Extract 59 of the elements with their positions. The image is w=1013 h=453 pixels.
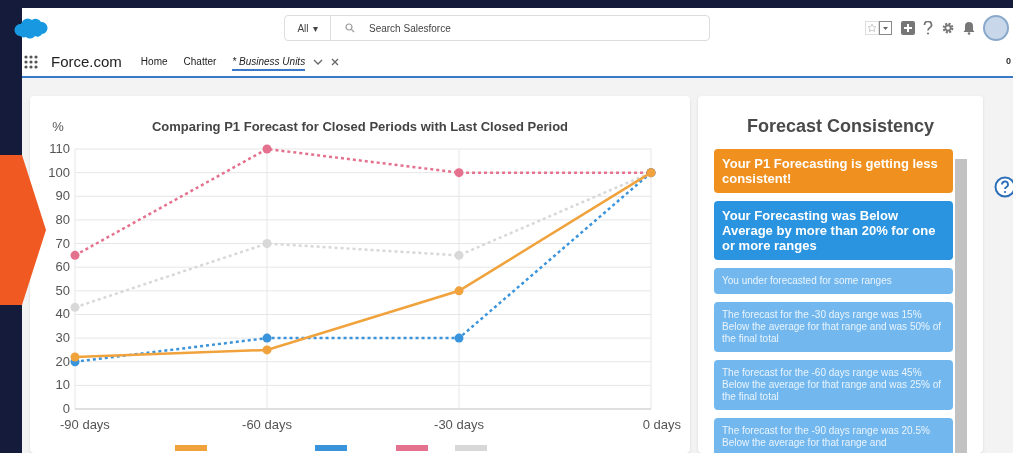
y-tick-label: 100 (48, 164, 70, 180)
panel-title: Forecast Consistency (745, 115, 936, 138)
y-tick-label: 70 (55, 235, 70, 251)
y-tick-label: 30 (55, 330, 70, 346)
y-axis-label: % (52, 119, 64, 134)
data-point (70, 250, 80, 260)
favorites-star-icon[interactable] (865, 21, 893, 35)
app-launcher-icon[interactable] (24, 55, 38, 69)
legend-swatch (175, 445, 207, 451)
help-icon[interactable] (923, 21, 933, 35)
y-tick-label: 60 (55, 259, 70, 275)
y-tick-label: 80 (55, 211, 70, 227)
data-point (454, 286, 464, 296)
close-icon[interactable] (331, 58, 340, 66)
data-point (454, 168, 464, 178)
message-card: The forecast for the -60 days range was 45% Below the average for that range and was 25% of the final total (714, 360, 953, 410)
x-tick-label: -60 days (242, 417, 292, 432)
data-point (454, 333, 464, 343)
nav-tab[interactable]: Home (140, 53, 168, 71)
cloud-logo[interactable] (14, 16, 48, 40)
data-point (70, 302, 80, 312)
legend-swatch (396, 445, 428, 451)
data-point (262, 345, 272, 355)
x-tick-label: -30 days (434, 417, 484, 432)
legend-swatch (315, 445, 347, 451)
search-scope-dropdown[interactable]: All ▾ (285, 16, 331, 40)
data-point (262, 144, 272, 154)
legend-swatch (455, 445, 487, 451)
chevron-down-icon[interactable] (313, 59, 324, 65)
y-tick-label: 40 (55, 306, 70, 322)
search-icon (345, 23, 355, 33)
y-tick-label: 20 (55, 353, 70, 369)
data-point (262, 239, 272, 249)
y-tick-label: 110 (49, 141, 70, 156)
search-field[interactable]: All ▾ Search Salesforce (284, 15, 710, 41)
nav-tab[interactable]: Chatter (183, 53, 217, 71)
nav-tab[interactable]: * Business Units (232, 53, 306, 71)
bell-icon[interactable] (963, 21, 975, 35)
y-tick-label: 50 (55, 282, 70, 298)
avatar[interactable] (983, 15, 1009, 41)
message-card: Your P1 Forecasting is getting less consistent! (714, 149, 953, 193)
x-tick-label: 0 days (642, 417, 681, 432)
x-tick-label: -90 days (60, 417, 110, 432)
message-card: The forecast for the -90 days range was 20.5% Below the average for that range and (714, 418, 953, 453)
counter: 0 (1006, 55, 1011, 69)
message-card: Your Forecasting was Below Average by more than 20% for one or more ranges (714, 201, 953, 260)
data-point (262, 333, 272, 343)
chart-title: Comparing P1 Forecast for Closed Periods with Last Closed Period (151, 119, 569, 134)
search-input[interactable]: Search Salesforce (369, 20, 709, 36)
plus-icon[interactable] (901, 21, 915, 35)
message-card: The forecast for the -30 days range was 15% Below the average for that range and was 50% of the final total (714, 302, 953, 352)
message-card: You under forecasted for some ranges (714, 268, 953, 294)
app-name: Force.com (51, 51, 122, 72)
y-tick-label: 0 (62, 401, 70, 416)
y-tick-label: 90 (55, 188, 70, 204)
settings-icon[interactable] (941, 21, 955, 35)
y-tick-label: 10 (55, 377, 70, 393)
data-point (70, 352, 80, 362)
data-point (454, 250, 464, 260)
